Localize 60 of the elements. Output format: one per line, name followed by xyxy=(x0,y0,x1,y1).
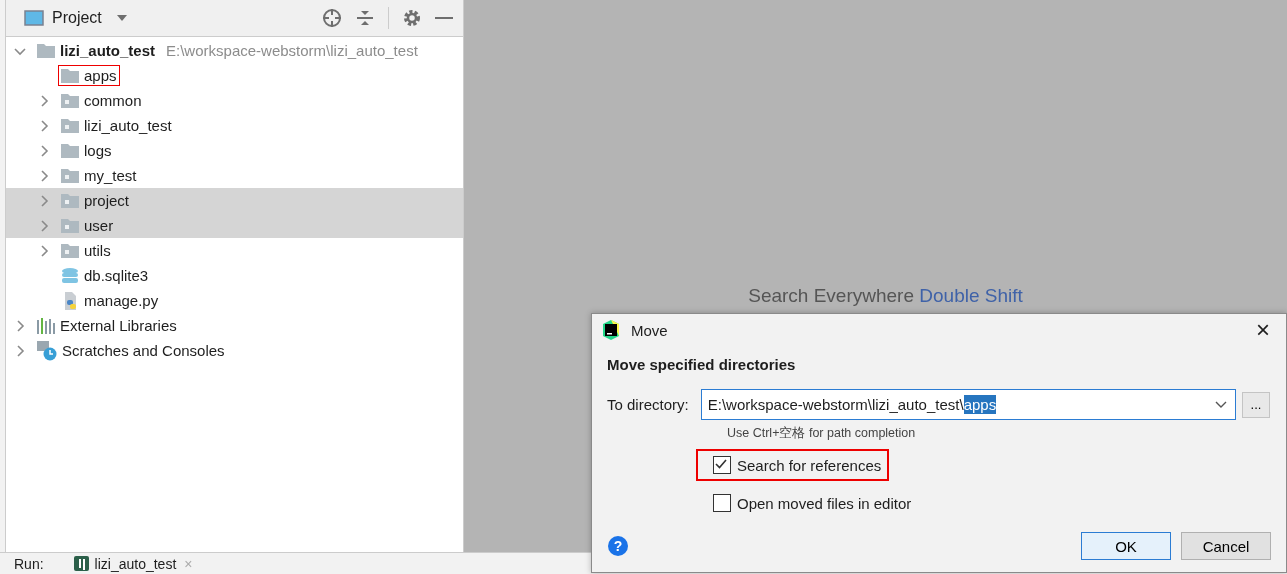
run-label: Run: xyxy=(14,555,44,572)
tree-item[interactable]: Scratches and Consoles xyxy=(62,342,225,359)
checkbox-label[interactable]: Open moved files in editor xyxy=(737,494,912,512)
chevron-down-icon[interactable] xyxy=(1215,400,1227,409)
minimize-icon[interactable] xyxy=(435,16,453,20)
window-icon xyxy=(24,10,44,26)
editor-hint: Search Everywhere Double Shift xyxy=(748,285,1023,307)
close-button[interactable]: × xyxy=(1256,318,1270,342)
folder-icon xyxy=(61,143,79,158)
checkbox[interactable] xyxy=(713,456,731,474)
folder-icon xyxy=(61,68,79,83)
folder-icon xyxy=(61,218,79,233)
tree-item[interactable]: manage.py xyxy=(84,292,159,309)
tree-item[interactable]: project xyxy=(84,192,130,209)
tree-item[interactable]: db.sqlite3 xyxy=(84,267,149,284)
chevron-right-icon[interactable] xyxy=(38,169,50,182)
chevron-right-icon[interactable] xyxy=(38,144,50,157)
dialog-title: Move xyxy=(631,321,668,339)
django-icon xyxy=(73,556,89,571)
folder-icon xyxy=(61,193,79,208)
chevron-right-icon[interactable] xyxy=(38,244,50,257)
chevron-right-icon[interactable] xyxy=(14,319,26,332)
folder-icon xyxy=(61,93,79,108)
checkbox[interactable] xyxy=(713,494,731,512)
chevron-right-icon[interactable] xyxy=(38,219,50,232)
folder-icon xyxy=(61,243,79,258)
database-icon xyxy=(61,266,79,285)
app-logo-icon xyxy=(601,320,621,340)
cancel-button[interactable]: Cancel xyxy=(1181,532,1271,560)
dropdown-icon[interactable] xyxy=(115,14,128,22)
tree-item[interactable]: utils xyxy=(84,242,111,259)
collapse-icon[interactable] xyxy=(356,9,374,27)
tree-item[interactable]: apps xyxy=(84,67,117,84)
project-path: E:\workspace-webstorm\lizi_auto_test xyxy=(166,42,418,59)
browse-button[interactable]: ... xyxy=(1242,391,1270,418)
folder-icon xyxy=(61,168,79,183)
folder-icon xyxy=(61,118,79,133)
tree-item[interactable]: my_test xyxy=(84,167,137,184)
libraries-icon xyxy=(37,317,55,334)
dialog-heading: Move specified directories xyxy=(606,355,797,373)
run-tab[interactable]: lizi_auto_test xyxy=(73,555,177,572)
locate-icon[interactable] xyxy=(322,8,342,28)
folder-icon xyxy=(37,43,55,58)
ok-button[interactable]: OK xyxy=(1081,532,1171,560)
help-button[interactable]: ? xyxy=(608,536,628,556)
tree-item[interactable]: External Libraries xyxy=(60,317,177,334)
tree-item[interactable]: user xyxy=(84,217,114,234)
chevron-right-icon[interactable] xyxy=(14,344,26,357)
chevron-right-icon[interactable] xyxy=(38,194,50,207)
tree-item[interactable]: lizi_auto_test xyxy=(60,42,156,59)
settings-icon[interactable] xyxy=(403,9,421,27)
tree-item[interactable]: common xyxy=(84,92,142,109)
field-label: To directory: xyxy=(607,396,689,413)
chevron-right-icon[interactable] xyxy=(38,119,50,132)
scratches-icon xyxy=(37,340,57,361)
panel-title[interactable]: Project xyxy=(52,9,102,27)
field-hint: Use Ctrl+空格 for path completion xyxy=(726,425,917,442)
chevron-right-icon[interactable] xyxy=(38,94,50,107)
tree-item[interactable]: logs xyxy=(84,142,112,159)
tree-item[interactable]: lizi_auto_test xyxy=(84,117,172,134)
